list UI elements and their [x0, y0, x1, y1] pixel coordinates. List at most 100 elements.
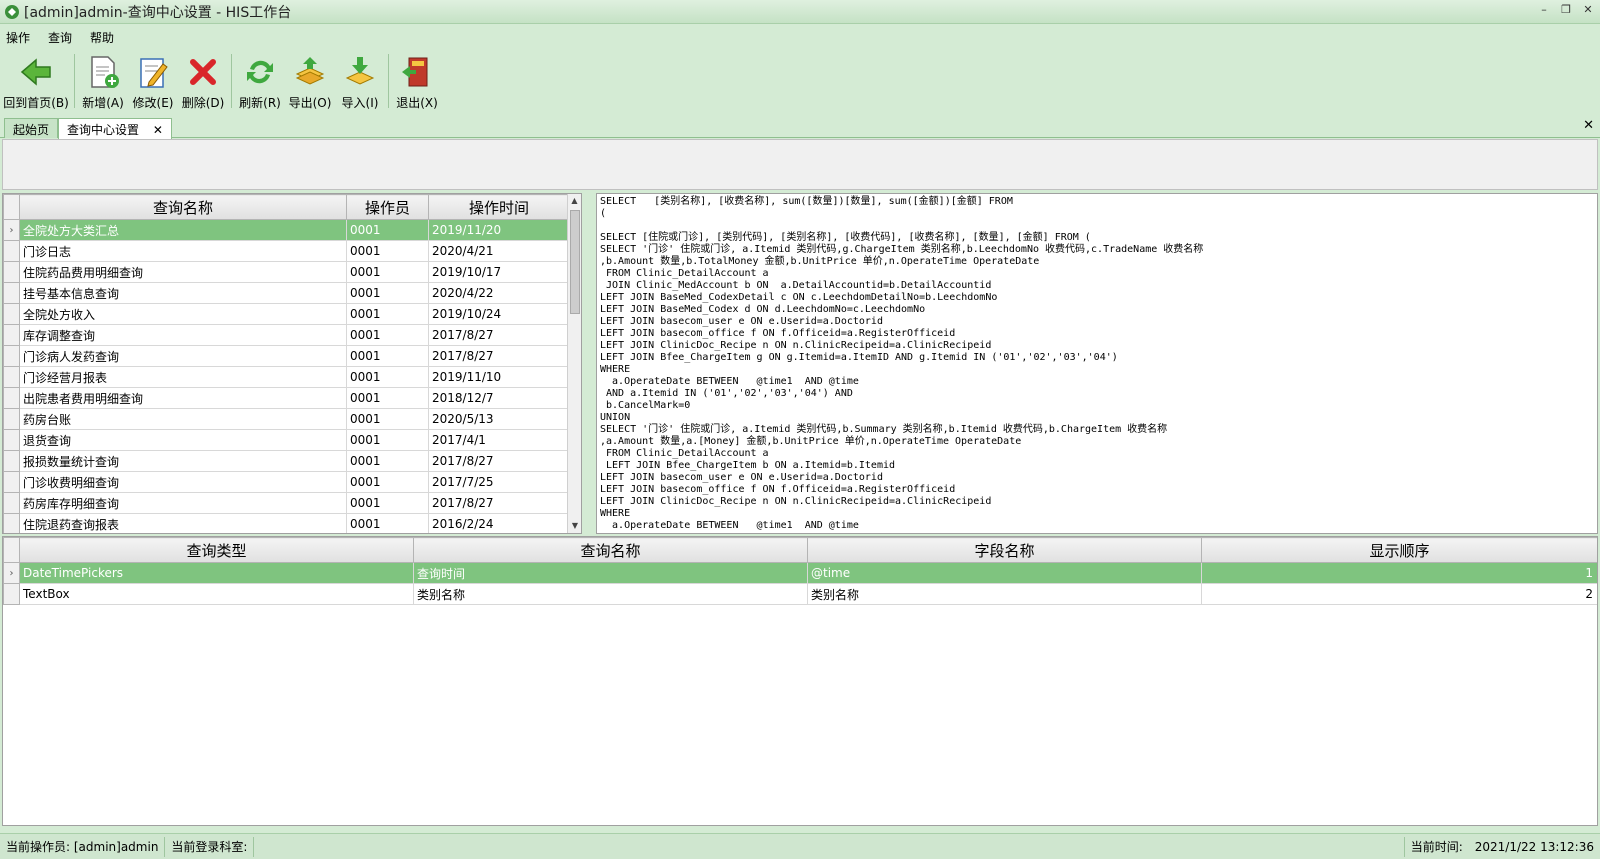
- restore-button[interactable]: ❐: [1558, 2, 1574, 18]
- column-header-param-name[interactable]: 查询名称: [413, 537, 808, 563]
- query-row[interactable]: 库存调整查询 0001 2017/8/27: [3, 324, 570, 346]
- query-grid-scrollbar[interactable]: ▲ ▼: [567, 194, 581, 533]
- delete-button[interactable]: 删除(D): [181, 50, 225, 111]
- table-cell[interactable]: 住院退药查询报表: [19, 513, 347, 533]
- column-header-field-name[interactable]: 字段名称: [807, 537, 1202, 563]
- minimize-button[interactable]: –: [1536, 2, 1552, 18]
- table-cell[interactable]: 药房台账: [19, 408, 347, 430]
- table-cell[interactable]: 2017/8/27: [428, 324, 570, 346]
- row-header[interactable]: [3, 408, 20, 430]
- table-cell[interactable]: 2019/11/20: [428, 219, 570, 241]
- sql-editor[interactable]: SELECT [类别名称], [收费名称], sum([数量])[数量], su…: [596, 193, 1598, 534]
- query-row[interactable]: 门诊日志 0001 2020/4/21: [3, 240, 570, 262]
- table-cell[interactable]: 类别名称: [413, 583, 808, 605]
- table-cell[interactable]: 2020/5/13: [428, 408, 570, 430]
- query-row[interactable]: 全院处方收入 0001 2019/10/24: [3, 303, 570, 325]
- table-cell[interactable]: 挂号基本信息查询: [19, 282, 347, 304]
- table-cell[interactable]: 0001: [346, 450, 429, 472]
- table-cell[interactable]: 0001: [346, 219, 429, 241]
- table-cell[interactable]: 2019/10/24: [428, 303, 570, 325]
- row-header[interactable]: [3, 261, 20, 283]
- table-cell[interactable]: 0001: [346, 471, 429, 493]
- table-cell[interactable]: 全院处方大类汇总: [19, 219, 347, 241]
- table-cell[interactable]: 报损数量统计查询: [19, 450, 347, 472]
- table-cell[interactable]: 全院处方收入: [19, 303, 347, 325]
- tab-close-icon[interactable]: ✕: [153, 123, 163, 137]
- table-cell[interactable]: DateTimePickers: [19, 562, 414, 584]
- table-cell[interactable]: 药房库存明细查询: [19, 492, 347, 514]
- table-cell[interactable]: 1: [1201, 562, 1597, 584]
- table-cell[interactable]: 2017/4/1: [428, 429, 570, 451]
- table-cell[interactable]: 0001: [346, 513, 429, 533]
- table-cell[interactable]: 2: [1201, 583, 1597, 605]
- table-cell[interactable]: 类别名称: [807, 583, 1202, 605]
- query-row[interactable]: 报损数量统计查询 0001 2017/8/27: [3, 450, 570, 472]
- row-header[interactable]: [3, 303, 20, 325]
- menu-help[interactable]: 帮助: [90, 29, 114, 46]
- import-button[interactable]: 导入(I): [338, 50, 382, 111]
- query-row[interactable]: 门诊收费明细查询 0001 2017/7/25: [3, 471, 570, 493]
- parameter-row[interactable]: TextBox 类别名称 类别名称 2: [3, 583, 1597, 605]
- row-header[interactable]: [3, 282, 20, 304]
- table-cell[interactable]: 2017/8/27: [428, 345, 570, 367]
- export-button[interactable]: 导出(O): [288, 50, 332, 111]
- row-header[interactable]: [3, 345, 20, 367]
- row-header[interactable]: [3, 471, 20, 493]
- row-header[interactable]: [3, 513, 20, 533]
- query-row[interactable]: 住院药品费用明细查询 0001 2019/10/17: [3, 261, 570, 283]
- query-row[interactable]: 门诊经营月报表 0001 2019/11/10: [3, 366, 570, 388]
- query-row[interactable]: › 全院处方大类汇总 0001 2019/11/20: [3, 219, 570, 241]
- query-row[interactable]: 药房库存明细查询 0001 2017/8/27: [3, 492, 570, 514]
- table-cell[interactable]: 出院患者费用明细查询: [19, 387, 347, 409]
- table-cell[interactable]: 2017/7/25: [428, 471, 570, 493]
- table-cell[interactable]: 2020/4/21: [428, 240, 570, 262]
- menu-operate[interactable]: 操作: [6, 29, 30, 46]
- row-header[interactable]: [3, 583, 20, 605]
- scroll-up-icon[interactable]: ▲: [568, 194, 581, 208]
- table-cell[interactable]: 2017/8/27: [428, 450, 570, 472]
- column-header-operator[interactable]: 操作员: [346, 194, 429, 220]
- exit-button[interactable]: 退出(X): [395, 50, 439, 111]
- add-button[interactable]: 新增(A): [81, 50, 125, 111]
- table-cell[interactable]: 门诊日志: [19, 240, 347, 262]
- table-cell[interactable]: 0001: [346, 387, 429, 409]
- table-cell[interactable]: 0001: [346, 408, 429, 430]
- table-cell[interactable]: 2018/12/7: [428, 387, 570, 409]
- close-all-tabs-icon[interactable]: ✕: [1583, 118, 1594, 133]
- column-header-query-type[interactable]: 查询类型: [19, 537, 414, 563]
- table-cell[interactable]: 退货查询: [19, 429, 347, 451]
- column-header-operate-time[interactable]: 操作时间: [428, 194, 570, 220]
- table-cell[interactable]: 0001: [346, 303, 429, 325]
- table-cell[interactable]: 2017/8/27: [428, 492, 570, 514]
- row-header[interactable]: [3, 240, 20, 262]
- scroll-down-icon[interactable]: ▼: [568, 519, 581, 533]
- tab-query-center-settings[interactable]: 查询中心设置 ✕: [58, 118, 172, 139]
- row-header[interactable]: [3, 492, 20, 514]
- close-button[interactable]: ✕: [1580, 2, 1596, 18]
- row-header[interactable]: ›: [3, 562, 20, 584]
- table-cell[interactable]: 2019/10/17: [428, 261, 570, 283]
- row-header[interactable]: [3, 450, 20, 472]
- table-cell[interactable]: 库存调整查询: [19, 324, 347, 346]
- home-button[interactable]: 回到首页(B): [3, 50, 69, 111]
- table-cell[interactable]: 0001: [346, 261, 429, 283]
- table-cell[interactable]: 门诊经营月报表: [19, 366, 347, 388]
- table-cell[interactable]: 住院药品费用明细查询: [19, 261, 347, 283]
- table-cell[interactable]: 2019/11/10: [428, 366, 570, 388]
- parameter-row[interactable]: › DateTimePickers 查询时间 @time 1: [3, 562, 1597, 584]
- table-cell[interactable]: 2016/2/24: [428, 513, 570, 533]
- query-row[interactable]: 出院患者费用明细查询 0001 2018/12/7: [3, 387, 570, 409]
- tab-start-page[interactable]: 起始页: [4, 118, 59, 138]
- table-cell[interactable]: 0001: [346, 282, 429, 304]
- table-cell[interactable]: @time: [807, 562, 1202, 584]
- scroll-thumb[interactable]: [570, 210, 580, 314]
- edit-button[interactable]: 修改(E): [131, 50, 175, 111]
- query-row[interactable]: 门诊病人发药查询 0001 2017/8/27: [3, 345, 570, 367]
- table-cell[interactable]: 0001: [346, 492, 429, 514]
- table-cell[interactable]: 0001: [346, 324, 429, 346]
- row-header[interactable]: [3, 366, 20, 388]
- row-header[interactable]: [3, 429, 20, 451]
- row-header[interactable]: [3, 324, 20, 346]
- table-cell[interactable]: 0001: [346, 345, 429, 367]
- query-row[interactable]: 药房台账 0001 2020/5/13: [3, 408, 570, 430]
